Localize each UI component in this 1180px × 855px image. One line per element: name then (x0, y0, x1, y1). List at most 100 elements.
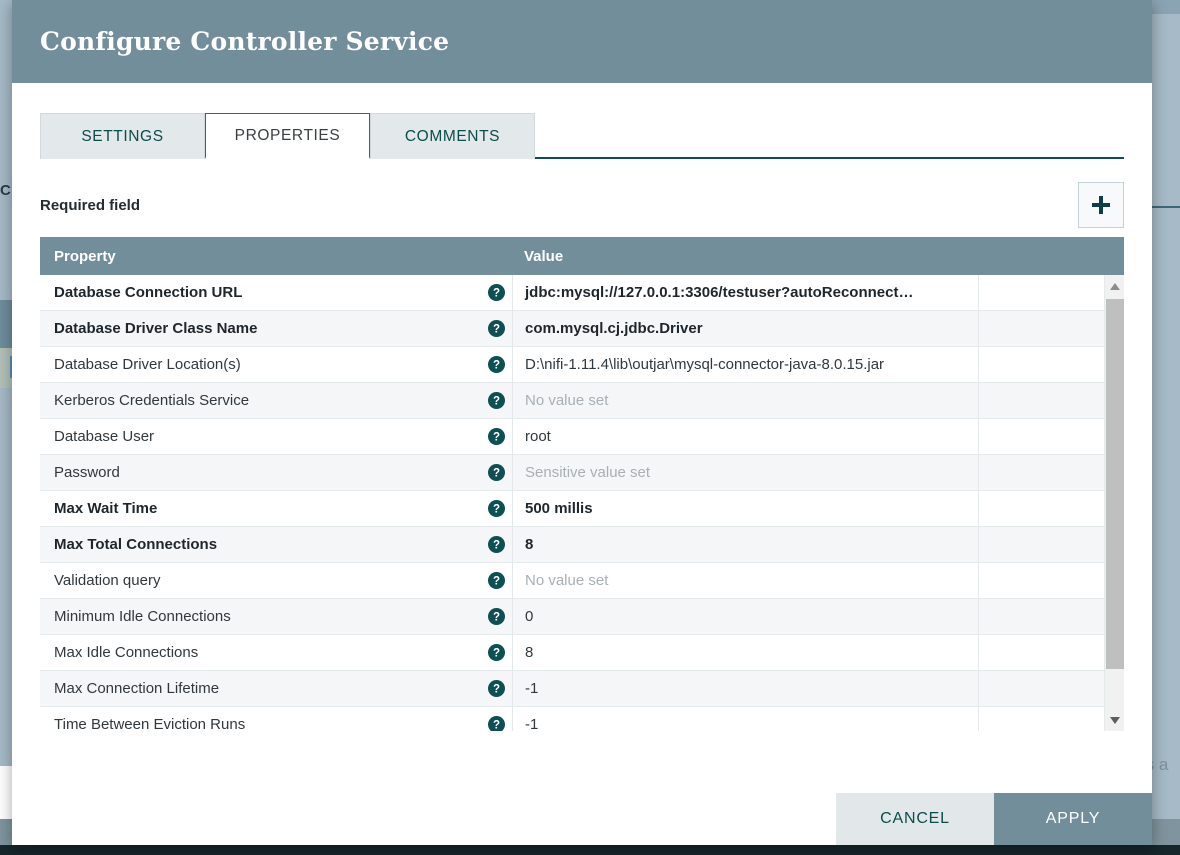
property-value-cell[interactable]: 0 (512, 598, 978, 635)
property-name-cell: Password (54, 464, 120, 481)
help-circle-icon[interactable]: ? (480, 608, 512, 625)
table-row[interactable]: Database Driver Class Name? com.mysql.cj.… (40, 310, 1124, 347)
property-value-cell[interactable]: jdbc:mysql://127.0.0.1:3306/testuser?aut… (512, 275, 978, 311)
svg-text:?: ? (492, 360, 499, 372)
column-header-property: Property (54, 247, 116, 265)
property-row-spacer (978, 382, 1124, 419)
required-field-row: Required field (40, 181, 1124, 229)
table-row[interactable]: Password? Sensitive value set (40, 454, 1124, 491)
svg-text:?: ? (492, 576, 499, 588)
property-row-spacer (978, 275, 1124, 311)
property-row-spacer (978, 634, 1124, 671)
property-name-cell: Max Total Connections (54, 536, 218, 553)
svg-text:?: ? (492, 612, 499, 624)
table-row[interactable]: Validation query? No value set (40, 562, 1124, 599)
property-row-spacer (978, 418, 1124, 455)
table-row[interactable]: Database Connection URL? jdbc:mysql://127… (40, 275, 1124, 311)
property-value-cell[interactable]: 8 (512, 634, 978, 671)
property-table-body: Database Connection URL? jdbc:mysql://127… (40, 275, 1124, 731)
help-circle-icon[interactable]: ? (480, 644, 512, 661)
property-row-spacer (978, 310, 1124, 347)
cancel-button[interactable]: CANCEL (836, 793, 994, 845)
property-name-cell: Time Between Eviction Runs (54, 716, 246, 731)
help-circle-icon[interactable]: ? (480, 392, 512, 409)
table-row[interactable]: Kerberos Credentials Service? No value se… (40, 382, 1124, 419)
plus-icon (1090, 194, 1112, 216)
property-table-header: Property Value (40, 237, 1124, 275)
svg-text:?: ? (492, 324, 499, 336)
property-name-cell: Max Connection Lifetime (54, 680, 220, 697)
column-header-value: Value (524, 247, 564, 265)
property-row-spacer (978, 598, 1124, 635)
dialog-body: SETTINGS PROPERTIES COMMENTS Required fi… (12, 83, 1152, 793)
scroll-down-arrow-icon[interactable] (1105, 709, 1124, 731)
property-name-cell: Validation query (54, 572, 161, 589)
property-name-cell: Database Connection URL (54, 284, 243, 301)
help-circle-icon[interactable]: ? (480, 356, 512, 373)
svg-text:?: ? (492, 396, 499, 408)
table-row[interactable]: Max Wait Time? 500 millis (40, 490, 1124, 527)
table-row[interactable]: Minimum Idle Connections? 0 (40, 598, 1124, 635)
dialog-header: Configure Controller Service (12, 0, 1152, 83)
scroll-up-arrow-icon[interactable] (1105, 275, 1124, 297)
tab-settings[interactable]: SETTINGS (40, 113, 205, 159)
help-circle-icon[interactable]: ? (480, 320, 512, 337)
svg-text:?: ? (492, 432, 499, 444)
property-table-scrollbar[interactable] (1104, 275, 1124, 731)
table-row[interactable]: Max Total Connections? 8 (40, 526, 1124, 563)
property-value-cell[interactable]: -1 (512, 706, 978, 731)
help-circle-icon[interactable]: ? (480, 428, 512, 445)
property-table: Property Value Database Connection URL? j… (40, 237, 1124, 731)
apply-button[interactable]: APPLY (994, 793, 1152, 845)
help-circle-icon[interactable]: ? (480, 680, 512, 697)
svg-text:?: ? (492, 468, 499, 480)
property-name-cell: Max Wait Time (54, 500, 158, 517)
table-row[interactable]: Max Connection Lifetime? -1 (40, 670, 1124, 707)
help-circle-icon[interactable]: ? (480, 500, 512, 517)
help-circle-icon[interactable]: ? (480, 572, 512, 589)
property-name-cell: Database Driver Location(s) (54, 356, 241, 373)
property-row-spacer (978, 490, 1124, 527)
property-name-cell: Max Idle Connections (54, 644, 199, 661)
svg-text:?: ? (492, 540, 499, 552)
dialog-footer: CANCEL APPLY (12, 793, 1152, 845)
table-row[interactable]: Max Idle Connections? 8 (40, 634, 1124, 671)
add-property-button[interactable] (1078, 182, 1124, 228)
configure-controller-service-dialog: Configure Controller Service SETTINGS PR… (12, 0, 1152, 845)
property-value-cell[interactable]: 500 millis (512, 490, 978, 527)
svg-text:?: ? (492, 648, 499, 660)
scrollbar-thumb[interactable] (1106, 299, 1124, 669)
property-row-spacer (978, 526, 1124, 563)
property-row-spacer (978, 562, 1124, 599)
property-value-cell[interactable]: com.mysql.cj.jdbc.Driver (512, 310, 978, 347)
property-value-cell[interactable]: D:\nifi-1.11.4\lib\outjar\mysql-connecto… (512, 346, 978, 383)
tab-properties[interactable]: PROPERTIES (205, 113, 370, 159)
property-value-cell[interactable]: No value set (512, 562, 978, 599)
property-row-spacer (978, 706, 1124, 731)
property-name-cell: Database User (54, 428, 155, 445)
help-circle-icon[interactable]: ? (480, 536, 512, 553)
property-name-cell: Database Driver Class Name (54, 320, 258, 337)
table-row[interactable]: Database Driver Location(s)? D:\nifi-1.11… (40, 346, 1124, 383)
property-row-spacer (978, 346, 1124, 383)
property-row-spacer (978, 670, 1124, 707)
tab-comments[interactable]: COMMENTS (370, 113, 535, 159)
property-name-cell: Minimum Idle Connections (54, 608, 231, 625)
help-circle-icon[interactable]: ? (480, 464, 512, 481)
dialog-tab-bar: SETTINGS PROPERTIES COMMENTS (40, 113, 1124, 159)
property-value-cell[interactable]: -1 (512, 670, 978, 707)
help-circle-icon[interactable]: ? (480, 716, 512, 731)
svg-text:?: ? (492, 504, 499, 516)
svg-text:?: ? (492, 684, 499, 696)
required-field-label: Required field (40, 196, 141, 214)
property-value-cell[interactable]: No value set (512, 382, 978, 419)
property-value-cell[interactable]: 8 (512, 526, 978, 563)
table-row[interactable]: Time Between Eviction Runs? -1 (40, 706, 1124, 731)
table-row[interactable]: Database User? root (40, 418, 1124, 455)
property-value-cell[interactable]: Sensitive value set (512, 454, 978, 491)
help-circle-icon[interactable]: ? (480, 284, 512, 301)
dialog-title: Configure Controller Service (40, 27, 450, 56)
property-value-cell[interactable]: root (512, 418, 978, 455)
svg-text:?: ? (492, 720, 499, 731)
property-name-cell: Kerberos Credentials Service (54, 392, 250, 409)
